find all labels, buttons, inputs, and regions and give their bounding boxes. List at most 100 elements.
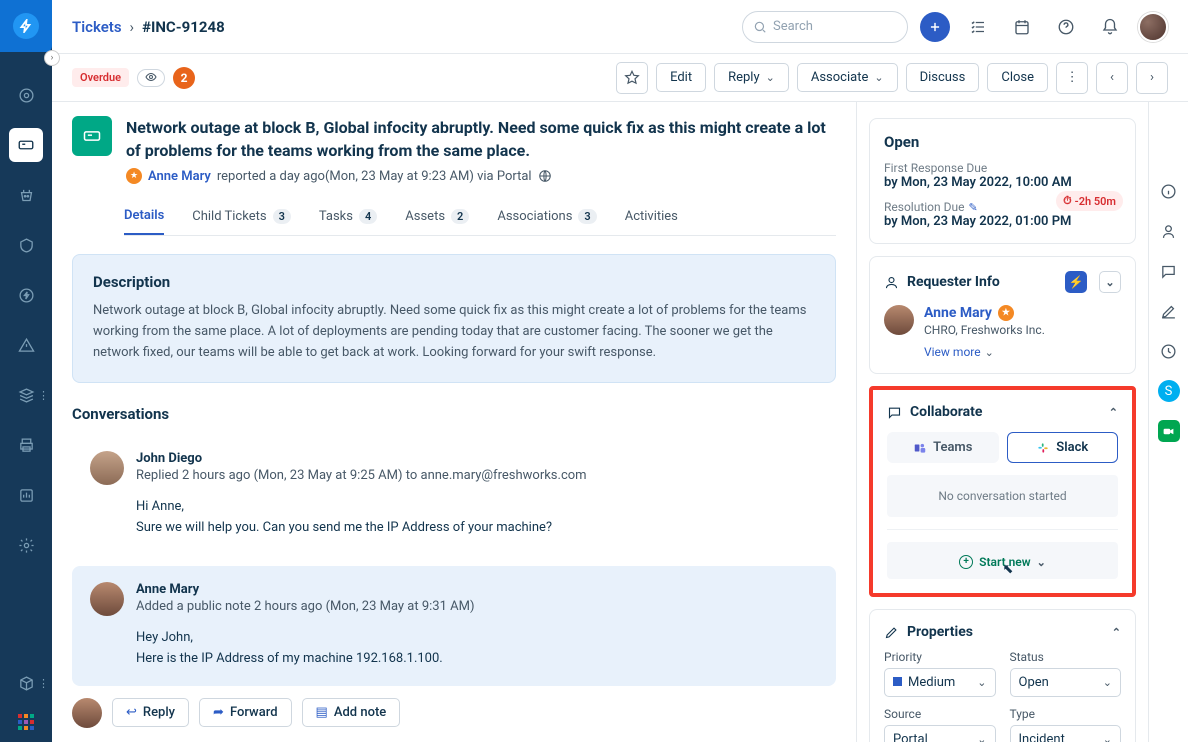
- chevron-up-icon[interactable]: ⌃: [1109, 406, 1118, 419]
- requester-subtitle: CHRO, Freshworks Inc.: [924, 323, 1045, 337]
- priority-label: Priority: [884, 650, 996, 664]
- avatar: [72, 698, 102, 728]
- more-actions-button[interactable]: ⋮: [1056, 62, 1088, 94]
- nav-releases-icon[interactable]: [9, 278, 43, 312]
- chevron-up-icon[interactable]: ⌃: [1112, 626, 1121, 639]
- no-conversation-message: No conversation started: [887, 475, 1118, 517]
- conversations-heading: Conversations: [72, 405, 836, 423]
- source-label: Source: [884, 707, 996, 721]
- calendar-icon[interactable]: [1006, 11, 1038, 43]
- reply-inline-button[interactable]: ↩Reply: [112, 698, 189, 727]
- breadcrumb-current: #INC-91248: [142, 18, 225, 36]
- type-select[interactable]: Incident⌄: [1010, 725, 1122, 742]
- contact-icon[interactable]: [1158, 220, 1180, 242]
- requester-name[interactable]: Anne Mary★: [924, 305, 1045, 321]
- tab-tasks[interactable]: Tasks4: [319, 198, 377, 235]
- skype-icon[interactable]: S: [1158, 380, 1180, 402]
- collapse-toggle[interactable]: ›: [44, 50, 60, 66]
- add-note-button[interactable]: ▤Add note: [302, 698, 401, 727]
- breadcrumb-root[interactable]: Tickets: [72, 18, 122, 36]
- history-icon[interactable]: [1158, 340, 1180, 362]
- conv-meta: Replied 2 hours ago (Mon, 23 May at 9:25…: [136, 468, 818, 483]
- top-bar: Tickets › #INC-91248 Search: [52, 0, 1188, 54]
- description-body: Network outage at block B, Global infoci…: [93, 301, 815, 363]
- plus-circle-icon: +: [959, 555, 973, 569]
- nav-reports-icon[interactable]: [9, 478, 43, 512]
- reply-toolbar: ↩Reply ➦Forward ▤Add note: [72, 698, 836, 728]
- forward-button[interactable]: ➦Forward: [199, 698, 291, 727]
- associate-button[interactable]: Associate⌄: [797, 63, 898, 92]
- nav-tickets-icon[interactable]: [9, 128, 43, 162]
- priority-select[interactable]: Medium⌄: [884, 668, 996, 697]
- new-ticket-button[interactable]: [920, 12, 950, 42]
- nav-settings-icon[interactable]: [9, 528, 43, 562]
- tab-details[interactable]: Details: [124, 198, 164, 235]
- bell-icon[interactable]: [1094, 11, 1126, 43]
- search-input[interactable]: Search: [742, 11, 908, 43]
- person-icon: [884, 275, 899, 290]
- nav-problems-icon[interactable]: [9, 178, 43, 212]
- nav-assets-icon[interactable]: [9, 378, 43, 412]
- tab-associations[interactable]: Associations3: [497, 198, 596, 235]
- vip-flag-icon[interactable]: ⚡: [1065, 271, 1087, 293]
- slack-tab[interactable]: Slack: [1007, 432, 1119, 463]
- help-icon[interactable]: [1050, 11, 1082, 43]
- conv-author: Anne Mary: [136, 582, 818, 597]
- status-label: Status: [1010, 650, 1122, 664]
- chat-icon[interactable]: [1158, 260, 1180, 282]
- view-more-link[interactable]: View more⌄: [924, 345, 1045, 359]
- collaborate-heading: Collaborate: [910, 404, 1101, 420]
- nav-apps-icon[interactable]: [18, 714, 34, 730]
- edit-pencil-icon[interactable]: ✎: [968, 201, 977, 214]
- teams-tab[interactable]: Teams: [887, 432, 999, 463]
- ticket-title: Network outage at block B, Global infoci…: [126, 116, 836, 162]
- close-button[interactable]: Close: [987, 63, 1048, 92]
- tab-assets[interactable]: Assets2: [405, 198, 469, 235]
- chevron-down-icon[interactable]: ⌄: [1099, 271, 1121, 293]
- todo-icon[interactable]: [962, 11, 994, 43]
- collaborate-highlight: Collaborate ⌃ Teams Slack No conver: [869, 386, 1136, 597]
- sla-card: Open First Response Due by Mon, 23 May 2…: [869, 118, 1136, 244]
- teams-icon: [913, 441, 927, 455]
- start-new-button[interactable]: +Start new⌄ ⬉: [887, 542, 1118, 579]
- reply-button[interactable]: Reply⌄: [714, 63, 789, 92]
- discuss-button[interactable]: Discuss: [906, 63, 980, 92]
- status-select[interactable]: Open⌄: [1010, 668, 1122, 697]
- reporter-name[interactable]: Anne Mary: [148, 169, 211, 184]
- ticket-sidebar: Open First Response Due by Mon, 23 May 2…: [856, 102, 1148, 742]
- nav-changes-icon[interactable]: [9, 228, 43, 262]
- prev-ticket-button[interactable]: ‹: [1096, 62, 1128, 94]
- video-icon[interactable]: [1158, 420, 1180, 442]
- conversation-note: Anne Mary Added a public note 2 hours ag…: [72, 566, 836, 686]
- app-logo[interactable]: [0, 0, 52, 52]
- star-button[interactable]: [616, 62, 648, 94]
- nav-print-icon[interactable]: [9, 428, 43, 462]
- ticket-content: Network outage at block B, Global infoci…: [52, 102, 856, 742]
- tab-activities[interactable]: Activities: [625, 198, 678, 235]
- conv-author: John Diego: [136, 451, 818, 466]
- watchers-chip[interactable]: [137, 69, 165, 87]
- ticket-tabs: Details Child Tickets3 Tasks4 Assets2 As…: [124, 198, 836, 236]
- description-heading: Description: [93, 273, 815, 291]
- source-select[interactable]: Portal⌄: [884, 725, 996, 742]
- right-context-rail: S: [1148, 102, 1188, 742]
- nav-dashboard-icon[interactable]: [9, 78, 43, 112]
- conversation-reply: John Diego Replied 2 hours ago (Mon, 23 …: [72, 435, 836, 555]
- requester-heading: Requester Info: [907, 274, 1057, 290]
- next-ticket-button[interactable]: ›: [1136, 62, 1168, 94]
- sla-overdue-chip: ⏱-2h 50m: [1056, 191, 1123, 211]
- type-label: Type: [1010, 707, 1122, 721]
- user-avatar[interactable]: [1138, 12, 1168, 42]
- edit-button[interactable]: Edit: [656, 63, 706, 92]
- nav-alerts-icon[interactable]: [9, 328, 43, 362]
- edit-icon[interactable]: [1158, 300, 1180, 322]
- info-icon[interactable]: [1158, 180, 1180, 202]
- first-response-value: by Mon, 23 May 2022, 10:00 AM: [884, 175, 1121, 190]
- avatar: [90, 582, 124, 616]
- description-card: Description Network outage at block B, G…: [72, 254, 836, 382]
- tab-child-tickets[interactable]: Child Tickets3: [192, 198, 291, 235]
- globe-icon: [538, 169, 552, 183]
- pencil-icon: [884, 625, 899, 640]
- vip-badge-icon: ★: [998, 305, 1014, 321]
- nav-cube-icon[interactable]: [9, 666, 43, 700]
